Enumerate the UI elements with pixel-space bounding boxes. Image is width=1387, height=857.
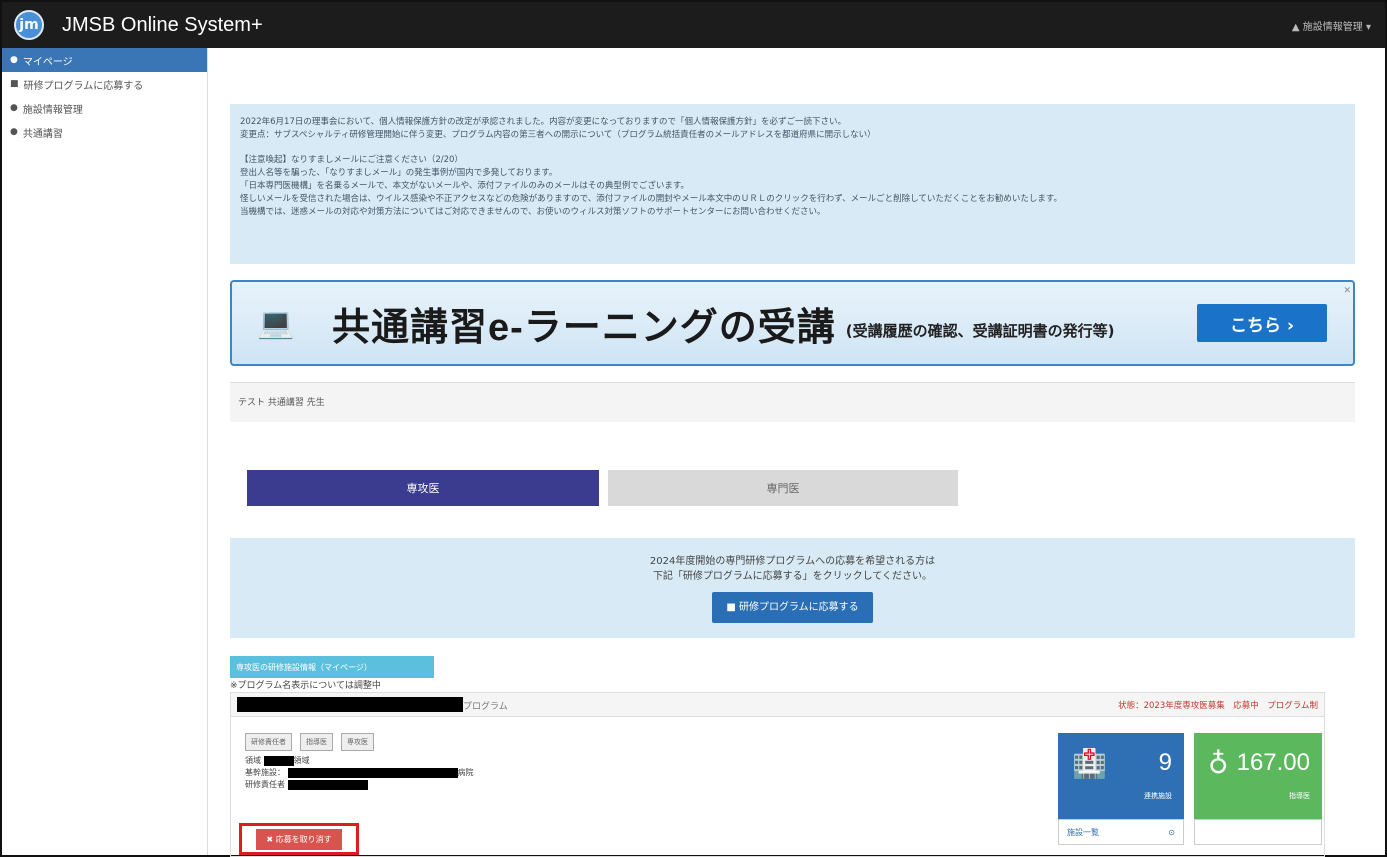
role-badge: 研修責任者 — [245, 733, 292, 751]
redacted-block — [237, 697, 463, 712]
facility-count-tile: 🏥 9 連携施設 — [1058, 733, 1184, 819]
hospital-icon: 🏥 — [1072, 747, 1107, 780]
instructor-count-tile: ♁ 167.00 指導医 — [1194, 733, 1322, 819]
program-name[interactable]: プログラム — [463, 699, 508, 712]
home-icon: ● — [10, 55, 18, 65]
tab-senmoni[interactable]: 専門医 — [608, 470, 958, 506]
instructor-count-label: 指導医 — [1289, 792, 1310, 800]
notice-text: 2022年6月17日の理事会において、個人情報保護方針の改定が承認されました。内… — [240, 117, 847, 127]
close-icon[interactable]: ✕ — [1343, 286, 1351, 296]
apply-program-button[interactable]: ■ 研修プログラムに応募する — [712, 592, 873, 623]
redacted-block — [263, 755, 294, 766]
redacted-block — [287, 767, 458, 778]
jmsb-logo[interactable]: jm — [14, 10, 44, 40]
banner-subtitle: (受講履歴の確認、受講証明書の発行等) — [845, 321, 1115, 340]
field-suffix: 領域 — [293, 756, 310, 765]
app-title[interactable]: JMSB Online System+ — [62, 14, 263, 37]
notice-panel: 2022年6月17日の理事会において、個人情報保護方針の改定が承認されました。内… — [230, 104, 1355, 264]
facility-count: 9 — [1158, 749, 1172, 776]
instructor-count: 167.00 — [1236, 749, 1310, 776]
book-icon: ■ — [726, 602, 739, 613]
sidebar-item-label: 施設情報管理 — [22, 104, 83, 116]
redacted-block — [287, 779, 368, 790]
computer-graduation-icon: 💻 — [257, 305, 295, 341]
school-icon: ● — [10, 127, 18, 137]
facility-list-label: 施設一覧 — [1067, 827, 1099, 837]
user-name-bar: テスト 共通講習 先生 — [230, 382, 1355, 422]
apply-text: 下記「研修プログラムに応募する」をクリックしてください。 — [652, 571, 933, 582]
notice-text: 当機構では、迷惑メールの対応や対策方法についてはご対応できませんので、お使いのウ… — [240, 207, 826, 217]
banner-button[interactable]: こちら › — [1197, 304, 1327, 342]
sidebar-item-common-course[interactable]: ● 共通講習 — [2, 120, 207, 144]
role-badge: 専攻医 — [341, 733, 374, 751]
program-status: 状態：2023年度専攻医募集 応募中 プログラム制 — [1118, 701, 1318, 711]
facility-suffix: 病院 — [457, 768, 474, 777]
program-details: 領域 領域 基幹施設： 病院 研修責任者 — [245, 755, 474, 791]
arrow-circle-icon: ⊙ — [1168, 827, 1175, 837]
notice-text: 登出人名等を騙った、「なりすましメール」の発生事例が国内で多発しております。 — [240, 168, 558, 178]
sidebar-item-label: 研修プログラムに応募する — [23, 80, 144, 92]
facility-count-label: 連携施設 — [1144, 792, 1172, 800]
facility-label: 基幹施設： — [245, 768, 285, 777]
program-card: プログラム 状態：2023年度専攻医募集 応募中 プログラム制 研修責任者 指導… — [230, 692, 1325, 857]
notice-text: 変更点：サブスペシャルティ研修管理開始に伴う変更、プログラム内容の第三者への開示… — [240, 130, 876, 140]
tab-senkoi[interactable]: 専攻医 — [247, 470, 599, 506]
sidebar-item-mypage[interactable]: ● マイページ — [2, 48, 207, 72]
facility-list-link[interactable]: 施設一覧 ⊙ — [1058, 819, 1184, 845]
elearning-banner[interactable]: 💻 共通講習e-ラーニングの受講 (受講履歴の確認、受講証明書の発行等) こちら… — [230, 280, 1355, 366]
field-label: 領域 — [245, 756, 261, 765]
role-badges: 研修責任者 指導医 専攻医 — [245, 733, 374, 751]
sidebar-item-facility[interactable]: ● 施設情報管理 — [2, 96, 207, 120]
instructor-footer — [1194, 819, 1322, 845]
apply-text: 2024年度開始の専門研修プログラムへの応募を希望される方は — [649, 556, 936, 567]
program-note: ※プログラム名表示については調整中 — [230, 681, 381, 691]
notice-text: 怪しいメールを受信された場合は、ウイルス感染や不正アクセスなどの危険がありますの… — [240, 194, 1063, 204]
cancel-application-button[interactable]: ✖ 応募を取り消す — [256, 828, 342, 850]
sidebar-item-label: 共通講習 — [22, 128, 63, 140]
blank-panel — [2, 760, 42, 782]
sidebar: ● マイページ ■ 研修プログラムに応募する ● 施設情報管理 ● 共通講習 — [2, 48, 208, 855]
banner-title: 共通講習e-ラーニングの受講 — [332, 306, 836, 349]
cancel-application-button-highlight: ✖ 応募を取り消す — [239, 823, 359, 855]
user-icon: ♁ — [1208, 747, 1229, 780]
building-icon: ● — [10, 103, 18, 113]
top-navbar: jm JMSB Online System+ ▲ 施設情報管理 ▾ — [2, 2, 1385, 48]
notice-text: 【注意喚起】なりすましメールにご注意ください（2/20） — [240, 155, 463, 165]
manager-label: 研修責任者 — [245, 780, 285, 789]
sidebar-item-apply-program[interactable]: ■ 研修プログラムに応募する — [2, 72, 207, 96]
program-header: プログラム 状態：2023年度専攻医募集 応募中 プログラム制 — [231, 693, 1324, 717]
role-badge: 指導医 — [300, 733, 333, 751]
notice-text: 「日本専門医機構」を名乗るメールで、本文がないメールや、添付ファイルのみのメール… — [240, 181, 690, 191]
book-icon: ■ — [10, 79, 19, 89]
user-menu[interactable]: ▲ 施設情報管理 ▾ — [1292, 18, 1371, 33]
apply-panel: 2024年度開始の専門研修プログラムへの応募を希望される方は 下記「研修プログラ… — [230, 538, 1355, 638]
sidebar-item-label: マイページ — [22, 56, 73, 68]
trainee-facility-info-tab[interactable]: 専攻医の研修施設情報（マイページ） — [230, 656, 434, 678]
